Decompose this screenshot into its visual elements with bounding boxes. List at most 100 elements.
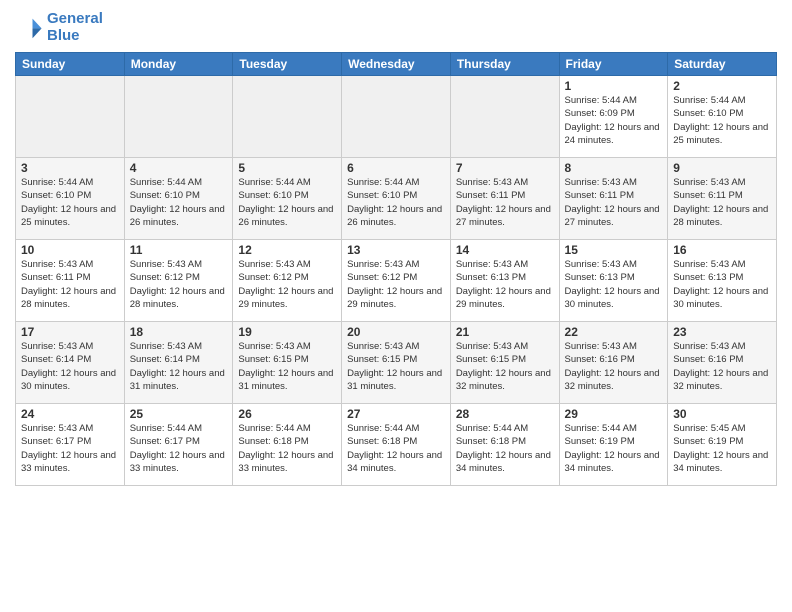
calendar: SundayMondayTuesdayWednesdayThursdayFrid… xyxy=(15,52,777,486)
day-info: Sunrise: 5:43 AM Sunset: 6:16 PM Dayligh… xyxy=(565,340,663,393)
calendar-cell: 29Sunrise: 5:44 AM Sunset: 6:19 PM Dayli… xyxy=(559,404,668,486)
logo-icon xyxy=(15,13,43,41)
calendar-cell: 24Sunrise: 5:43 AM Sunset: 6:17 PM Dayli… xyxy=(16,404,125,486)
day-number: 16 xyxy=(673,243,771,257)
calendar-cell: 8Sunrise: 5:43 AM Sunset: 6:11 PM Daylig… xyxy=(559,158,668,240)
calendar-cell: 25Sunrise: 5:44 AM Sunset: 6:17 PM Dayli… xyxy=(124,404,233,486)
calendar-cell: 22Sunrise: 5:43 AM Sunset: 6:16 PM Dayli… xyxy=(559,322,668,404)
day-info: Sunrise: 5:43 AM Sunset: 6:16 PM Dayligh… xyxy=(673,340,771,393)
day-number: 23 xyxy=(673,325,771,339)
week-row-1: 3 Sunrise: 5:44 AM Sunset: 6:10 PM Daylig… xyxy=(16,158,777,240)
day-number: 7 xyxy=(456,161,554,175)
day-info: Sunrise: 5:44 AM Sunset: 6:17 PM Dayligh… xyxy=(130,422,228,475)
day-header-sunday: Sunday xyxy=(16,53,125,76)
calendar-cell: 26Sunrise: 5:44 AM Sunset: 6:18 PM Dayli… xyxy=(233,404,342,486)
calendar-cell: 14Sunrise: 5:43 AM Sunset: 6:13 PM Dayli… xyxy=(450,240,559,322)
day-number: 10 xyxy=(21,243,119,257)
day-info: Sunrise: 5:44 AM Sunset: 6:18 PM Dayligh… xyxy=(456,422,554,475)
header: General Blue xyxy=(15,10,777,44)
day-number: 2 xyxy=(673,79,771,93)
day-info: Sunrise: 5:43 AM Sunset: 6:17 PM Dayligh… xyxy=(21,422,119,475)
day-number: 27 xyxy=(347,407,445,421)
day-number: 5 xyxy=(238,161,336,175)
week-row-3: 17Sunrise: 5:43 AM Sunset: 6:14 PM Dayli… xyxy=(16,322,777,404)
calendar-cell: 17Sunrise: 5:43 AM Sunset: 6:14 PM Dayli… xyxy=(16,322,125,404)
calendar-cell xyxy=(233,76,342,158)
logo: General Blue xyxy=(15,10,103,44)
calendar-cell: 28Sunrise: 5:44 AM Sunset: 6:18 PM Dayli… xyxy=(450,404,559,486)
day-info: Sunrise: 5:43 AM Sunset: 6:12 PM Dayligh… xyxy=(130,258,228,311)
day-info: Sunrise: 5:44 AM Sunset: 6:19 PM Dayligh… xyxy=(565,422,663,475)
day-number: 22 xyxy=(565,325,663,339)
day-info: Sunrise: 5:43 AM Sunset: 6:11 PM Dayligh… xyxy=(456,176,554,229)
calendar-cell: 11Sunrise: 5:43 AM Sunset: 6:12 PM Dayli… xyxy=(124,240,233,322)
day-info: Sunrise: 5:43 AM Sunset: 6:13 PM Dayligh… xyxy=(456,258,554,311)
day-info: Sunrise: 5:43 AM Sunset: 6:14 PM Dayligh… xyxy=(130,340,228,393)
day-info: Sunrise: 5:43 AM Sunset: 6:12 PM Dayligh… xyxy=(347,258,445,311)
calendar-cell: 5Sunrise: 5:44 AM Sunset: 6:10 PM Daylig… xyxy=(233,158,342,240)
day-info: Sunrise: 5:43 AM Sunset: 6:13 PM Dayligh… xyxy=(565,258,663,311)
calendar-cell: 12Sunrise: 5:43 AM Sunset: 6:12 PM Dayli… xyxy=(233,240,342,322)
day-number: 8 xyxy=(565,161,663,175)
day-info: Sunrise: 5:44 AM Sunset: 6:18 PM Dayligh… xyxy=(347,422,445,475)
calendar-cell: 16Sunrise: 5:43 AM Sunset: 6:13 PM Dayli… xyxy=(668,240,777,322)
calendar-cell: 6Sunrise: 5:44 AM Sunset: 6:10 PM Daylig… xyxy=(342,158,451,240)
day-number: 12 xyxy=(238,243,336,257)
day-info: Sunrise: 5:43 AM Sunset: 6:14 PM Dayligh… xyxy=(21,340,119,393)
calendar-cell: 15Sunrise: 5:43 AM Sunset: 6:13 PM Dayli… xyxy=(559,240,668,322)
day-info: Sunrise: 5:43 AM Sunset: 6:11 PM Dayligh… xyxy=(673,176,771,229)
day-header-monday: Monday xyxy=(124,53,233,76)
day-info: Sunrise: 5:45 AM Sunset: 6:19 PM Dayligh… xyxy=(673,422,771,475)
calendar-cell xyxy=(124,76,233,158)
day-number: 28 xyxy=(456,407,554,421)
page: General Blue SundayMondayTuesdayWednesda… xyxy=(0,0,792,612)
calendar-cell: 21Sunrise: 5:43 AM Sunset: 6:15 PM Dayli… xyxy=(450,322,559,404)
calendar-cell: 2Sunrise: 5:44 AM Sunset: 6:10 PM Daylig… xyxy=(668,76,777,158)
day-info: Sunrise: 5:44 AM Sunset: 6:09 PM Dayligh… xyxy=(565,94,663,147)
day-header-wednesday: Wednesday xyxy=(342,53,451,76)
calendar-cell: 18Sunrise: 5:43 AM Sunset: 6:14 PM Dayli… xyxy=(124,322,233,404)
day-info: Sunrise: 5:43 AM Sunset: 6:11 PM Dayligh… xyxy=(21,258,119,311)
day-number: 9 xyxy=(673,161,771,175)
calendar-cell xyxy=(16,76,125,158)
day-number: 1 xyxy=(565,79,663,93)
day-header-saturday: Saturday xyxy=(668,53,777,76)
calendar-cell: 3Sunrise: 5:44 AM Sunset: 6:10 PM Daylig… xyxy=(16,158,125,240)
week-row-4: 24Sunrise: 5:43 AM Sunset: 6:17 PM Dayli… xyxy=(16,404,777,486)
day-info: Sunrise: 5:44 AM Sunset: 6:10 PM Dayligh… xyxy=(238,176,336,229)
day-number: 21 xyxy=(456,325,554,339)
calendar-cell: 20Sunrise: 5:43 AM Sunset: 6:15 PM Dayli… xyxy=(342,322,451,404)
day-info: Sunrise: 5:43 AM Sunset: 6:15 PM Dayligh… xyxy=(238,340,336,393)
calendar-cell: 7Sunrise: 5:43 AM Sunset: 6:11 PM Daylig… xyxy=(450,158,559,240)
day-header-friday: Friday xyxy=(559,53,668,76)
calendar-cell xyxy=(342,76,451,158)
day-header-tuesday: Tuesday xyxy=(233,53,342,76)
day-info: Sunrise: 5:43 AM Sunset: 6:11 PM Dayligh… xyxy=(565,176,663,229)
day-number: 3 xyxy=(21,161,119,175)
day-number: 6 xyxy=(347,161,445,175)
day-number: 15 xyxy=(565,243,663,257)
calendar-cell: 27Sunrise: 5:44 AM Sunset: 6:18 PM Dayli… xyxy=(342,404,451,486)
calendar-header: SundayMondayTuesdayWednesdayThursdayFrid… xyxy=(16,53,777,76)
logo-text: General Blue xyxy=(47,10,103,44)
day-info: Sunrise: 5:44 AM Sunset: 6:10 PM Dayligh… xyxy=(130,176,228,229)
calendar-cell: 4Sunrise: 5:44 AM Sunset: 6:10 PM Daylig… xyxy=(124,158,233,240)
day-number: 18 xyxy=(130,325,228,339)
day-number: 30 xyxy=(673,407,771,421)
day-number: 20 xyxy=(347,325,445,339)
calendar-cell: 30Sunrise: 5:45 AM Sunset: 6:19 PM Dayli… xyxy=(668,404,777,486)
day-number: 14 xyxy=(456,243,554,257)
calendar-cell: 19Sunrise: 5:43 AM Sunset: 6:15 PM Dayli… xyxy=(233,322,342,404)
calendar-body: 1Sunrise: 5:44 AM Sunset: 6:09 PM Daylig… xyxy=(16,76,777,486)
day-info: Sunrise: 5:44 AM Sunset: 6:18 PM Dayligh… xyxy=(238,422,336,475)
day-number: 24 xyxy=(21,407,119,421)
day-info: Sunrise: 5:43 AM Sunset: 6:12 PM Dayligh… xyxy=(238,258,336,311)
day-number: 25 xyxy=(130,407,228,421)
calendar-cell: 1Sunrise: 5:44 AM Sunset: 6:09 PM Daylig… xyxy=(559,76,668,158)
calendar-cell xyxy=(450,76,559,158)
day-info: Sunrise: 5:43 AM Sunset: 6:13 PM Dayligh… xyxy=(673,258,771,311)
day-info: Sunrise: 5:44 AM Sunset: 6:10 PM Dayligh… xyxy=(673,94,771,147)
days-row: SundayMondayTuesdayWednesdayThursdayFrid… xyxy=(16,53,777,76)
calendar-cell: 23Sunrise: 5:43 AM Sunset: 6:16 PM Dayli… xyxy=(668,322,777,404)
day-number: 29 xyxy=(565,407,663,421)
